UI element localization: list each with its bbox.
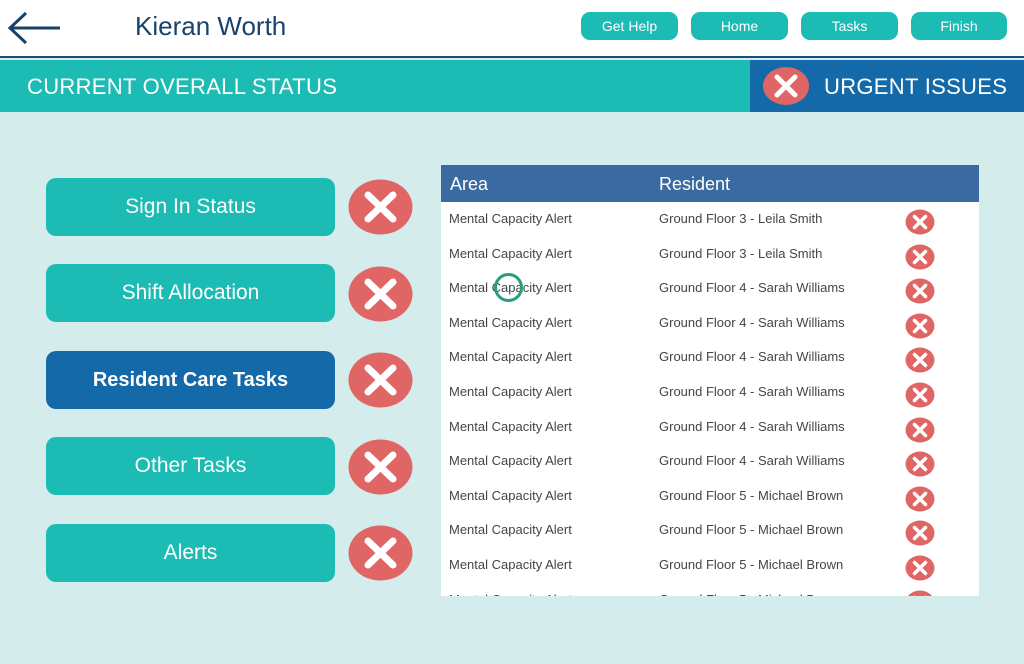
close-circle-icon[interactable] [905,244,935,270]
cell-area: Mental Capacity Alert [449,453,572,469]
finish-button[interactable]: Finish [911,12,1007,40]
table-row[interactable]: Mental Capacity Alert Ground Floor 4 - Sa… [441,340,979,375]
close-circle-icon [348,266,413,322]
close-circle-icon[interactable] [905,486,935,512]
other-tasks-button[interactable]: Other Tasks [46,437,335,495]
get-help-button[interactable]: Get Help [581,12,678,40]
close-circle-icon[interactable] [905,313,935,339]
alerts-button[interactable]: Alerts [46,524,335,582]
table-row[interactable]: Mental Capacity Alert Ground Floor 4 - Sa… [441,444,979,479]
cell-resident: Ground Floor 4 - Sarah Williams [659,453,845,469]
table-row[interactable]: Mental Capacity Alert Ground Floor 4 - Sa… [441,375,979,410]
urgent-issues-button[interactable]: URGENT ISSUES [750,60,1024,112]
cell-area: Mental Capacity Alert [449,557,572,572]
tasks-button[interactable]: Tasks [801,12,898,40]
close-circle-icon[interactable] [905,520,935,546]
column-header-area: Area [450,174,489,194]
status-title: CURRENT OVERALL STATUS [27,74,338,99]
cell-area: Mental Capacity Alert [449,384,572,399]
close-circle-icon [348,179,413,235]
resident-care-tasks-button[interactable]: Resident Care Tasks [46,351,335,409]
close-circle-icon [348,352,413,408]
cell-area: Mental Capacity Alert [449,522,572,538]
table-row[interactable]: Mental Capacity Alert Ground Floor 4 - Sa… [441,410,979,445]
cell-resident: Ground Floor 5 - Michael Brown [659,522,844,538]
close-circle-icon[interactable] [905,590,935,596]
cell-area: Mental Capacity Alert [449,592,572,596]
table-row[interactable]: Mental Capacity Alert Ground Floor 5 - Mi… [441,583,979,596]
close-circle-icon [348,525,413,581]
close-circle-icon[interactable] [905,209,935,235]
cell-resident: Ground Floor 4 - Sarah Williams [659,349,845,365]
cell-area: Mental Capacity Alert [449,245,572,261]
cell-resident: Ground Floor 4 - Sarah Williams [659,384,845,399]
cell-resident: Ground Floor 5 - Michael Brown [659,592,843,596]
close-circle-icon[interactable] [905,451,935,477]
urgent-issues-label: URGENT ISSUES [824,74,1008,99]
home-button[interactable]: Home [691,12,788,40]
close-circle-icon[interactable] [905,555,935,581]
shift-allocation-button[interactable]: Shift Allocation [46,264,335,322]
cell-resident: Ground Floor 5 - Michael Brown [659,487,844,503]
column-header-resident: Resident [659,174,731,194]
cell-area: Mental Capacity Alert [449,211,572,226]
close-circle-icon [763,67,809,105]
table-row[interactable]: Mental Capacity Alert Ground Floor 4 - Sa… [441,306,979,341]
cell-area: Mental Capacity Alert [449,418,572,434]
status-bar: CURRENT OVERALL STATUS URGENT ISSUES [0,60,1024,112]
back-button[interactable] [6,10,62,46]
cell-area: Mental Capacity Alert [449,280,572,296]
close-circle-icon[interactable] [905,382,935,408]
cell-resident: Ground Floor 4 - Sarah Williams [659,418,845,434]
close-circle-icon [348,439,413,495]
urgent-issues-table[interactable]: Area Resident Mental Capacity Alert Groun… [441,165,979,596]
table-row[interactable]: Mental Capacity Alert Ground Floor 5 - Mi… [441,513,979,548]
cell-resident: Ground Floor 3 - Leila Smith [659,211,823,226]
arrow-left-icon [7,11,60,45]
table-row[interactable]: Mental Capacity Alert Ground Floor 5 - Mi… [441,548,979,583]
user-name: Kieran Worth [135,11,287,41]
table-row[interactable]: Mental Capacity Alert Ground Floor 3 - Le… [441,202,979,237]
close-circle-icon[interactable] [905,347,935,373]
cell-resident: Ground Floor 4 - Sarah Williams [659,280,845,296]
cell-area: Mental Capacity Alert [449,349,572,365]
table-row[interactable]: Mental Capacity Alert Ground Floor 5 - Mi… [441,479,979,514]
cell-area: Mental Capacity Alert [449,487,572,503]
sign-in-status-button[interactable]: Sign In Status [46,178,335,236]
table-row[interactable]: Mental Capacity Alert Ground Floor 3 - Le… [441,237,979,272]
close-circle-icon[interactable] [905,278,935,304]
cell-area: Mental Capacity Alert [449,314,572,330]
table-row[interactable]: Mental Capacity Alert Ground Floor 4 - Sa… [441,271,979,306]
close-circle-icon[interactable] [905,417,935,443]
cell-resident: Ground Floor 3 - Leila Smith [659,245,823,261]
cell-resident: Ground Floor 4 - Sarah Williams [659,314,845,330]
table-header: Area Resident [441,165,979,202]
top-bar: Kieran Worth Get Help Home Tasks Finish [0,0,1024,58]
cell-resident: Ground Floor 5 - Michael Brown [659,557,844,572]
